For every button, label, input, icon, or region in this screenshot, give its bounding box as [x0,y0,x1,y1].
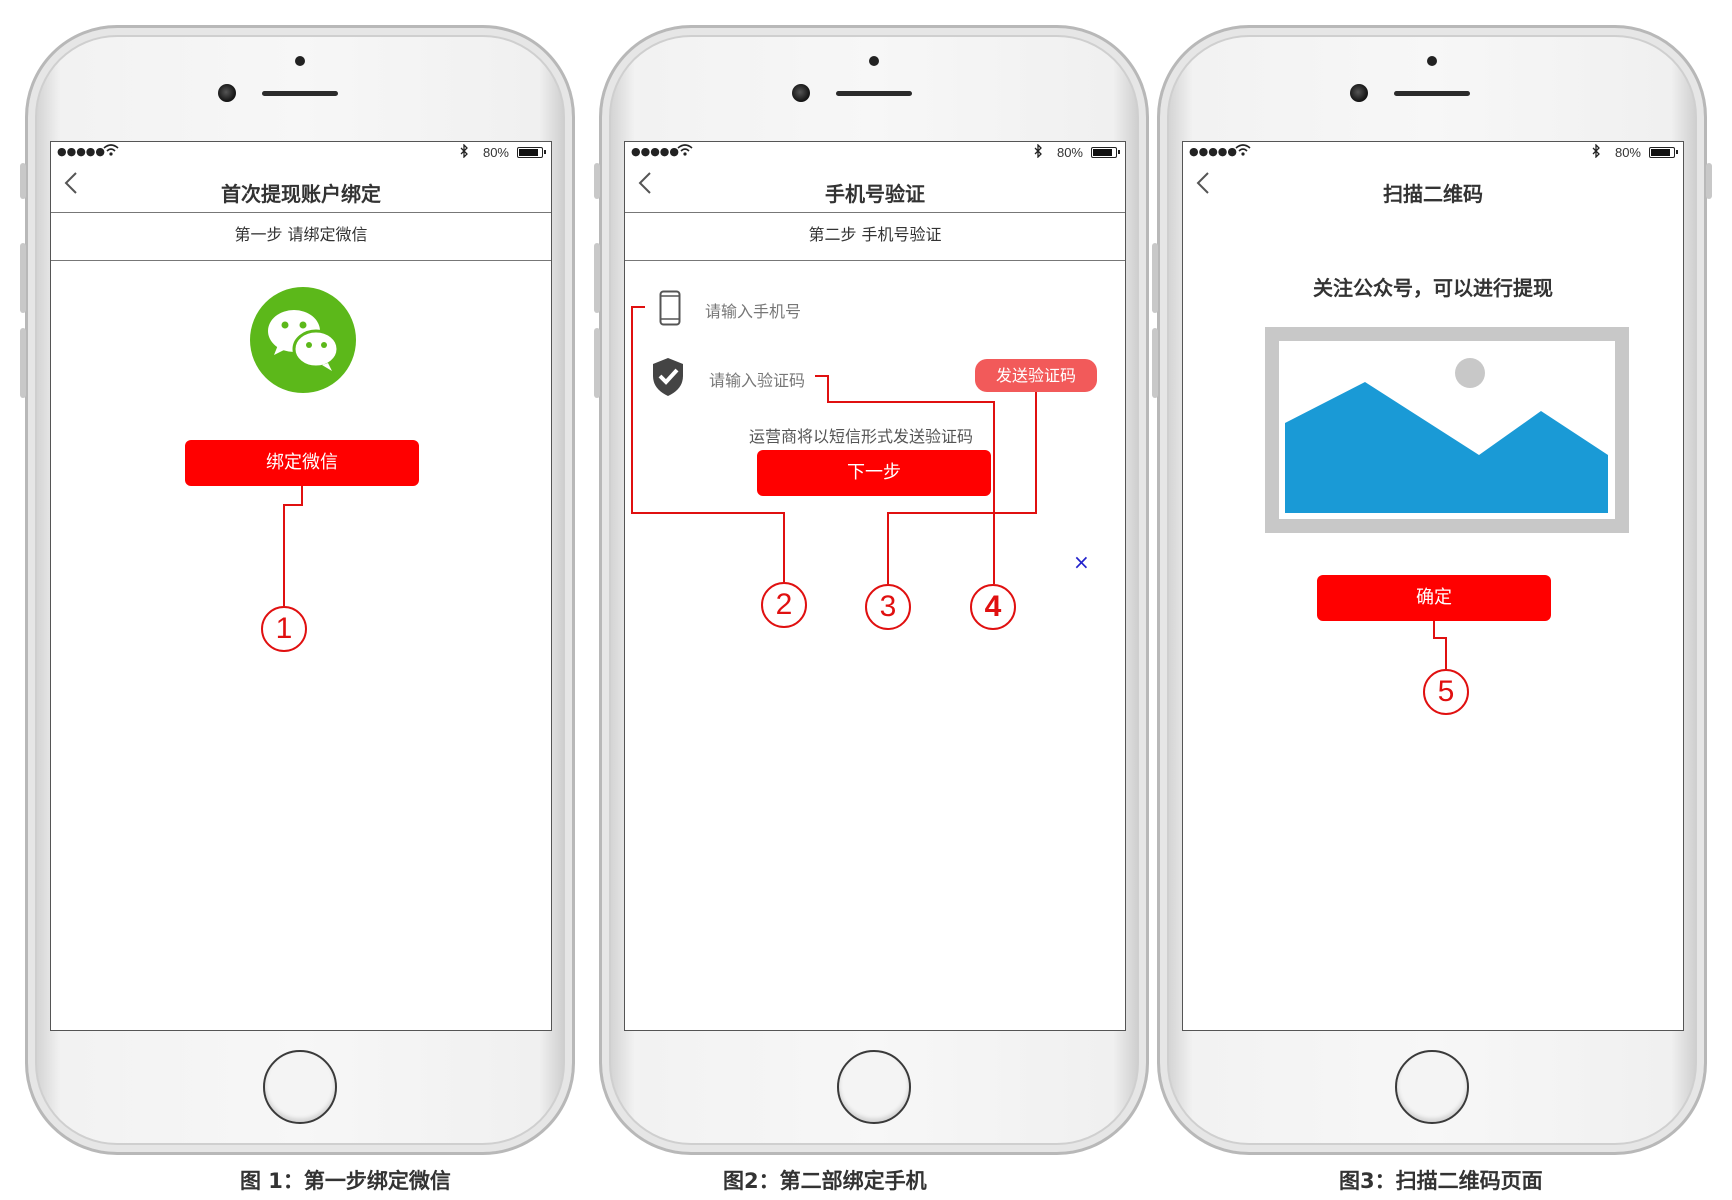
signal-icon: ●●●●● [57,145,105,158]
caption-figure-1: 图 1：第一步绑定微信 [240,1169,451,1193]
wifi-icon [677,143,693,161]
page-title: 手机号验证 [825,182,925,206]
bluetooth-icon [459,143,469,162]
phone-frame-3: ●●●●● 80% 扫描二维码 关注公众号，可以进行提现 确定 5 [1152,25,1712,1155]
battery-icon [517,147,546,158]
nav-bar: 手机号验证 [625,164,1125,213]
close-x-icon[interactable]: × [1073,550,1090,574]
wifi-icon [103,143,119,161]
page-title: 扫描二维码 [1383,182,1483,206]
front-camera [218,84,236,102]
callout-5: 5 [1423,669,1469,715]
bluetooth-icon [1591,143,1601,162]
confirm-button[interactable]: 确定 [1317,575,1551,621]
bind-wechat-button[interactable]: 绑定微信 [185,440,419,486]
earpiece-speaker [262,91,338,96]
sensor-dot [295,56,305,66]
screen-3: ●●●●● 80% 扫描二维码 关注公众号，可以进行提现 确定 5 [1182,141,1684,1031]
front-camera [792,84,810,102]
screen-2: ●●●●● 80% 手机号验证 第二步 手机号验证 请输入手机号 请输入验证码 [624,141,1126,1031]
battery-icon [1649,147,1678,158]
sensor-dot [1427,56,1437,66]
callout-4: 4 [970,584,1016,630]
home-button[interactable] [1395,1050,1469,1124]
status-bar: ●●●●● 80% [1183,142,1683,164]
earpiece-speaker [1394,91,1470,96]
bluetooth-icon [1033,143,1043,162]
battery-percentage: 80% [1056,145,1083,160]
wifi-icon [1235,143,1251,161]
battery-icon [1091,147,1120,158]
home-button[interactable] [837,1050,911,1124]
home-button[interactable] [263,1050,337,1124]
status-bar: ●●●●● 80% [51,142,551,164]
sms-hint: 运营商将以短信形式发送验证码 [749,427,974,446]
follow-instruction: 关注公众号，可以进行提现 [1313,276,1553,300]
phone-frame-2: ●●●●● 80% 手机号验证 第二步 手机号验证 请输入手机号 请输入验证码 [594,25,1149,1155]
caption-figure-3: 图3：扫描二维码页面 [1339,1169,1543,1193]
nav-bar: 首次提现账户绑定 [51,164,551,213]
step-label: 第一步 请绑定微信 [51,213,551,261]
screen-1: ●●●●● 80% 首次提现账户绑定 第一步 请绑定微信 绑定微信 1 [50,141,552,1031]
page-title: 首次提现账户绑定 [221,182,381,206]
verification-code-input[interactable]: 请输入验证码 [709,367,805,391]
status-bar: ●●●●● 80% [625,142,1125,164]
front-camera [1350,84,1368,102]
callout-2: 2 [761,582,807,628]
caption-figure-2: 图2：第二部绑定手机 [723,1169,927,1193]
mobile-phone-icon [659,290,681,330]
shield-check-icon [651,357,685,401]
battery-percentage: 80% [482,145,509,160]
sensor-dot [869,56,879,66]
phone-frame-1: ●●●●● 80% 首次提现账户绑定 第一步 请绑定微信 绑定微信 1 [20,25,575,1155]
earpiece-speaker [836,91,912,96]
callout-3: 3 [865,584,911,630]
callout-1: 1 [261,606,307,652]
battery-percentage: 80% [1614,145,1641,160]
send-code-button[interactable]: 发送验证码 [975,359,1097,392]
nav-bar: 扫描二维码 [1183,164,1683,212]
step-label: 第二步 手机号验证 [625,213,1125,261]
phone-number-input[interactable]: 请输入手机号 [705,298,801,322]
wechat-logo-icon [250,287,356,393]
signal-icon: ●●●●● [1189,145,1237,158]
qr-code-image-placeholder [1265,327,1629,533]
signal-icon: ●●●●● [631,145,679,158]
next-step-button[interactable]: 下一步 [757,450,991,496]
